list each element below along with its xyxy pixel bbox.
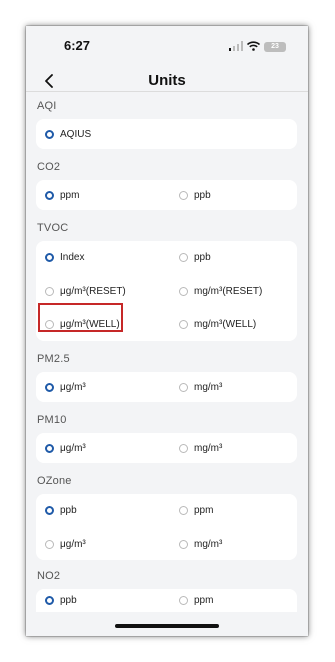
radio-indicator <box>179 443 188 453</box>
option-label: mg/m³ <box>194 538 223 550</box>
card-aqi: AQIUS <box>36 119 297 149</box>
radio-indicator <box>45 595 54 605</box>
wifi-icon <box>246 38 261 56</box>
option-label: μg/m³ <box>60 442 86 454</box>
card-pm25: μg/m³ mg/m³ <box>36 372 297 402</box>
option-label: mg/m³(WELL) <box>194 318 257 330</box>
section-title-aqi: AQI <box>37 100 57 112</box>
radio-indicator <box>179 252 188 262</box>
phone-screen: 6:27 23 Units AQI AQIUS CO2 ppm ppb TVOC… <box>26 26 308 636</box>
option-pm10-ugm3[interactable]: μg/m³ <box>45 438 86 458</box>
option-no2-ppb[interactable]: ppb <box>45 590 77 610</box>
radio-indicator <box>179 190 188 200</box>
option-label: ppb <box>194 251 211 263</box>
section-title-pm25: PM2.5 <box>37 353 70 365</box>
option-pm25-ugm3[interactable]: μg/m³ <box>45 377 86 397</box>
option-ozone-ugm3[interactable]: μg/m³ <box>45 534 86 554</box>
radio-indicator <box>45 539 54 549</box>
section-title-tvoc: TVOC <box>37 222 69 234</box>
highlight-box <box>38 303 123 332</box>
option-label: ppb <box>194 189 211 201</box>
section-title-co2: CO2 <box>37 161 61 173</box>
option-label: mg/m³ <box>194 381 223 393</box>
radio-indicator <box>45 190 54 200</box>
section-title-ozone: OZone <box>37 475 72 487</box>
battery-icon: 23 <box>264 42 286 52</box>
home-indicator <box>115 624 219 628</box>
option-tvoc-ppb[interactable]: ppb <box>179 247 211 267</box>
option-pm10-mgm3[interactable]: mg/m³ <box>179 438 222 458</box>
option-tvoc-index[interactable]: Index <box>45 247 84 267</box>
radio-indicator <box>45 252 54 262</box>
units-list[interactable]: AQI AQIUS CO2 ppm ppb TVOC Index ppb μg/… <box>26 92 308 612</box>
radio-indicator <box>179 505 188 515</box>
radio-indicator <box>45 382 54 392</box>
option-aqi-aqius[interactable]: AQIUS <box>45 124 91 144</box>
card-co2: ppm ppb <box>36 180 297 210</box>
status-time: 6:27 <box>64 38 91 53</box>
option-label: μg/m³(RESET) <box>60 285 126 297</box>
option-label: μg/m³ <box>60 538 86 550</box>
radio-indicator <box>45 129 54 139</box>
option-label: ppb <box>60 594 77 606</box>
radio-indicator <box>179 539 188 549</box>
radio-indicator <box>179 382 188 392</box>
status-bar: 6:27 23 <box>26 26 308 64</box>
option-tvoc-ugm3-reset[interactable]: μg/m³(RESET) <box>45 281 126 301</box>
signal-icon <box>229 38 243 56</box>
card-no2: ppb ppm <box>36 589 297 612</box>
card-ozone: ppb ppm μg/m³ mg/m³ <box>36 494 297 560</box>
radio-indicator <box>179 286 188 296</box>
option-label: AQIUS <box>60 128 92 140</box>
radio-indicator <box>45 443 54 453</box>
section-title-no2: NO2 <box>37 570 61 582</box>
option-co2-ppb[interactable]: ppb <box>179 185 211 205</box>
option-label: mg/m³ <box>194 442 223 454</box>
page-title: Units <box>148 72 186 89</box>
option-co2-ppm[interactable]: ppm <box>45 185 79 205</box>
section-title-pm10: PM10 <box>37 414 67 426</box>
status-icons: 23 <box>229 38 286 56</box>
option-ozone-mgm3[interactable]: mg/m³ <box>179 534 222 554</box>
radio-indicator <box>179 319 188 329</box>
option-label: ppb <box>60 504 77 516</box>
option-label: ppm <box>194 594 214 606</box>
option-pm25-mgm3[interactable]: mg/m³ <box>179 377 222 397</box>
radio-indicator <box>179 595 188 605</box>
option-label: ppm <box>194 504 214 516</box>
option-label: mg/m³(RESET) <box>194 285 263 297</box>
radio-indicator <box>45 286 54 296</box>
option-tvoc-mgm3-reset[interactable]: mg/m³(RESET) <box>179 281 262 301</box>
option-label: ppm <box>60 189 80 201</box>
card-pm10: μg/m³ mg/m³ <box>36 433 297 463</box>
radio-indicator <box>45 505 54 515</box>
option-ozone-ppb[interactable]: ppb <box>45 500 77 520</box>
option-tvoc-mgm3-well[interactable]: mg/m³(WELL) <box>179 314 256 334</box>
option-label: Index <box>60 251 85 263</box>
option-no2-ppm[interactable]: ppm <box>179 590 213 610</box>
option-label: μg/m³ <box>60 381 86 393</box>
option-ozone-ppm[interactable]: ppm <box>179 500 213 520</box>
